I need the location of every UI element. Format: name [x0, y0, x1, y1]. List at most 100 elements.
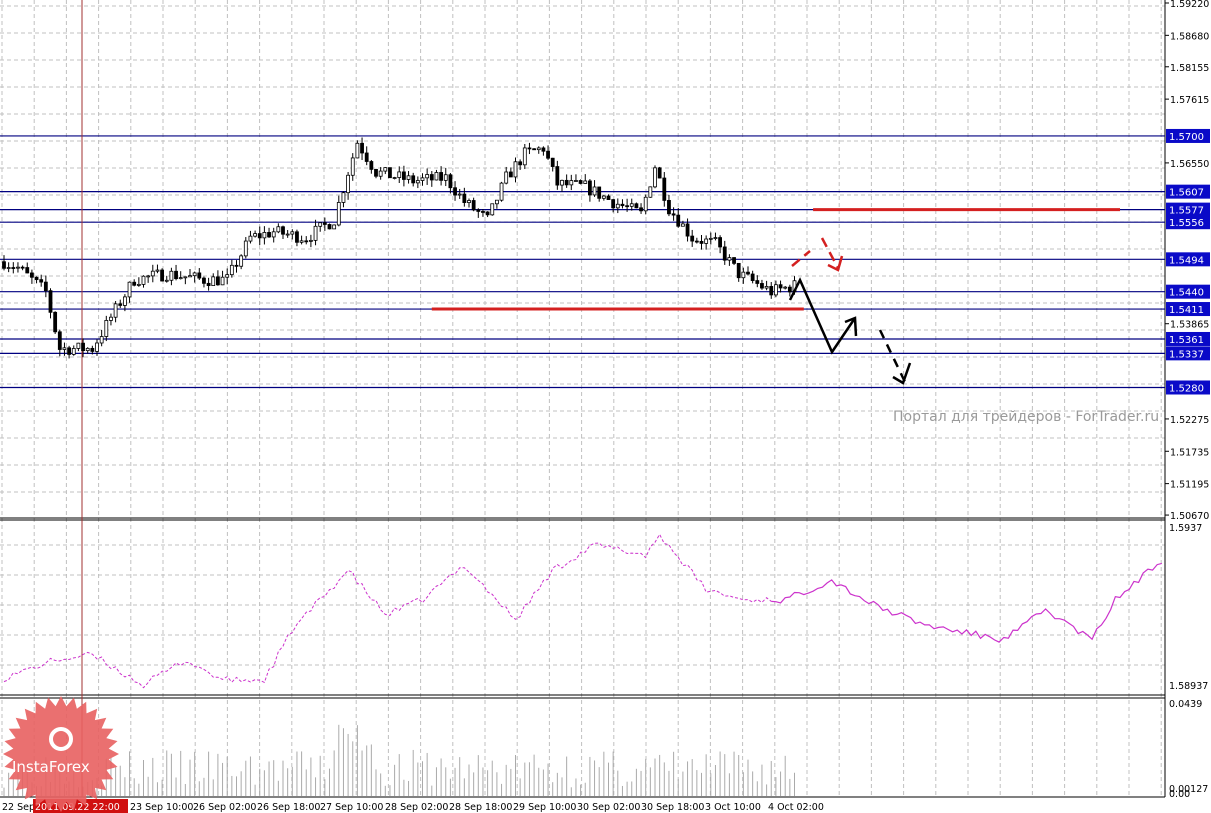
candle-body — [290, 231, 295, 235]
price-tick-label: 1.51195 — [1170, 480, 1209, 491]
candle-body — [169, 270, 174, 281]
candle-body — [657, 167, 662, 179]
candle-body — [653, 167, 657, 188]
candle-body — [281, 226, 285, 235]
watermark: Портал для трейдеров - ForTrader.ru — [893, 409, 1160, 425]
candle-body — [322, 222, 327, 225]
candle-body — [53, 311, 58, 333]
candle-body — [318, 222, 323, 227]
candle-body — [676, 214, 681, 227]
candle-body — [132, 281, 137, 286]
level-price-label: 1.5440 — [1169, 288, 1204, 299]
time-axis-label: 29 Sep 10:00 — [513, 802, 576, 813]
candle-body — [787, 286, 792, 293]
candle-body — [439, 172, 444, 181]
candle-body — [681, 223, 685, 227]
candle-body — [643, 196, 648, 212]
level-price-label: 1.5361 — [1169, 335, 1204, 346]
candle-body — [336, 202, 341, 226]
candle-body — [760, 283, 764, 289]
candle-body — [364, 152, 369, 162]
candle-body — [485, 211, 490, 216]
candle-body — [146, 275, 151, 278]
candle-body — [574, 180, 578, 182]
candle-body — [76, 342, 81, 349]
candle-body — [425, 174, 430, 179]
candle-body — [90, 347, 95, 352]
candle-body — [555, 166, 560, 186]
candle-body — [467, 200, 471, 203]
candle-body — [513, 161, 518, 178]
candle-body — [178, 277, 183, 280]
candle-body — [369, 161, 374, 170]
forecast-arrow — [788, 277, 857, 355]
candle-body — [95, 342, 99, 352]
candle-body — [601, 195, 606, 199]
price-tick-label: 1.56550 — [1170, 159, 1209, 170]
candle-body — [546, 150, 550, 159]
candle-body — [267, 232, 271, 238]
candle-body — [355, 142, 360, 159]
candle-body — [471, 200, 476, 211]
logo: InstaForex — [2, 695, 120, 813]
candle-body — [350, 157, 355, 176]
candle-body — [206, 282, 211, 286]
candle-body — [671, 213, 676, 216]
candle-body — [476, 209, 481, 212]
price-tick-label: 1.59220 — [1170, 0, 1209, 10]
candle-body — [713, 237, 718, 239]
time-axis-label: 3 Oct 10:00 — [705, 802, 761, 813]
candle-body — [522, 147, 527, 166]
candle-body — [406, 175, 411, 180]
candle-body — [481, 211, 485, 213]
candle-body — [220, 276, 225, 286]
candle-body — [694, 240, 699, 243]
candle-body — [20, 266, 25, 269]
candle-body — [778, 284, 783, 289]
candle-body — [123, 296, 127, 306]
candle-body — [578, 180, 583, 184]
time-axis-label: 30 Sep 18:00 — [641, 802, 704, 813]
candle-body — [708, 237, 713, 240]
candle-body — [397, 171, 402, 178]
candle-body — [229, 264, 234, 276]
candle-body — [313, 225, 318, 241]
level-price-label: 1.5494 — [1169, 255, 1204, 266]
chart-canvas[interactable]: 1.59220 1.58680 1.58155 1.57615 1.56550 1.538… — [0, 0, 1211, 813]
candle-body — [308, 239, 313, 242]
candle-body — [490, 203, 495, 216]
candle-body — [6, 267, 11, 269]
candle-body — [253, 233, 258, 237]
indicator-axis-label: 1.5937 — [1169, 523, 1202, 534]
candle-body — [257, 233, 262, 239]
candle-body — [569, 180, 574, 186]
candle-body — [443, 174, 448, 181]
level-price-label: 1.5577 — [1169, 206, 1204, 217]
trading-chart: 1.59220 1.58680 1.58155 1.57615 1.56550 1.538… — [0, 0, 1211, 813]
candle-body — [304, 240, 309, 243]
candle-body — [360, 142, 364, 154]
candle-body — [188, 275, 192, 278]
candle-body — [327, 224, 332, 230]
candle-body — [25, 267, 30, 274]
candle-body — [588, 180, 592, 196]
candle-body — [192, 272, 197, 277]
candle-body — [592, 186, 597, 196]
candle-body — [332, 224, 337, 230]
candle-body — [81, 342, 85, 352]
candle-body — [457, 193, 462, 196]
candle-body — [174, 270, 178, 280]
candle-body — [583, 180, 588, 184]
candle-body — [620, 203, 625, 207]
candle-body — [16, 266, 20, 269]
candle-body — [564, 179, 569, 186]
alt-forecast-arrow — [820, 237, 840, 269]
candle-body — [508, 171, 513, 178]
candle-body — [34, 276, 39, 281]
candle-body — [401, 171, 406, 180]
candle-body — [597, 186, 602, 199]
price-tick-label: 1.51735 — [1170, 447, 1209, 458]
level-price-label: 1.5607 — [1169, 188, 1204, 199]
time-axis-label: 28 Sep 18:00 — [449, 802, 512, 813]
candle-body — [113, 303, 118, 318]
